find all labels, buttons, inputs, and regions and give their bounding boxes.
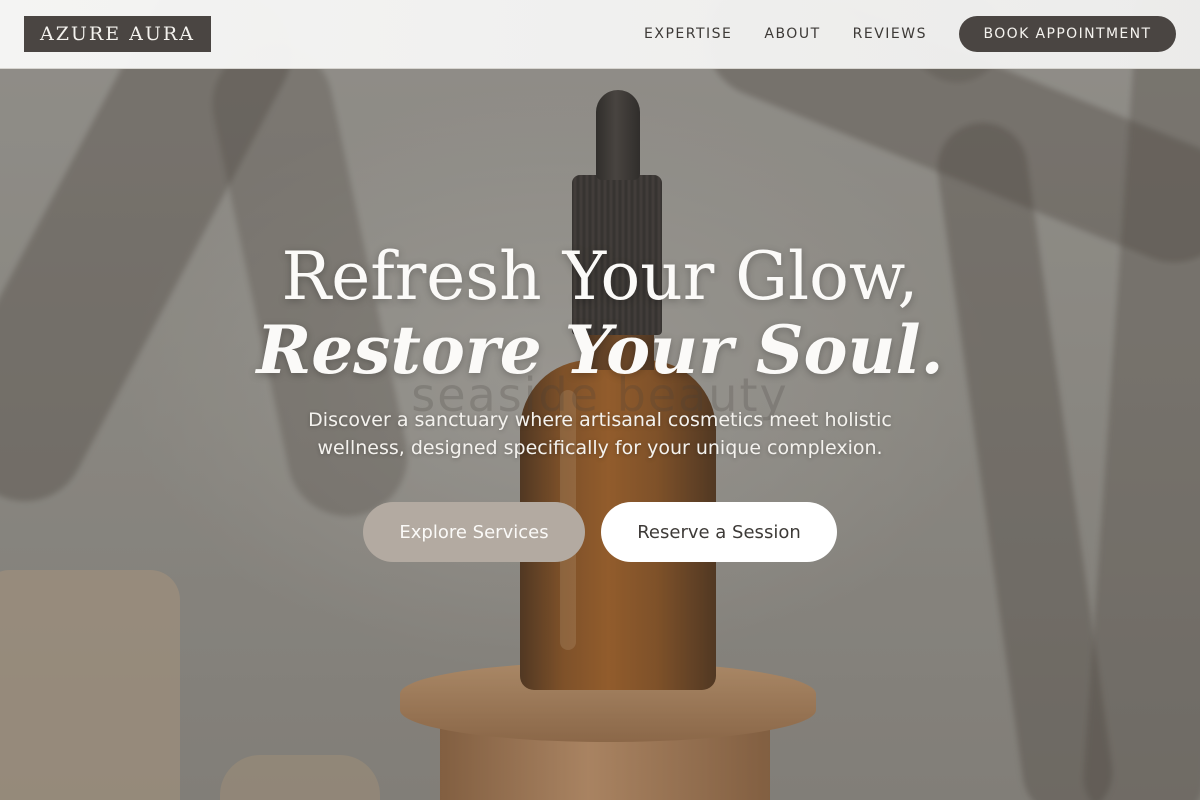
hero-subtitle: Discover a sanctuary where artisanal cos… [308, 409, 892, 459]
book-appointment-button[interactable]: BOOK APPOINTMENT [959, 16, 1176, 52]
hero-title-line1: Refresh Your Glow, [281, 238, 919, 315]
brand-logo[interactable]: AZURE AURA [24, 16, 211, 52]
hero-section: seaside beauty Refresh Your Glow, Restor… [0, 0, 1200, 800]
hero-title-line2: Restore Your Soul. [256, 311, 944, 389]
main-nav: EXPERTISE ABOUT REVIEWS BOOK APPOINTMENT [644, 16, 1176, 52]
nav-link-expertise[interactable]: EXPERTISE [644, 26, 732, 42]
nav-link-about[interactable]: ABOUT [764, 26, 820, 42]
nav-link-reviews[interactable]: REVIEWS [853, 26, 927, 42]
hero-cta-row: Explore Services Reserve a Session [0, 502, 1200, 562]
site-header: AZURE AURA EXPERTISE ABOUT REVIEWS BOOK … [0, 0, 1200, 69]
reserve-session-button[interactable]: Reserve a Session [601, 502, 837, 562]
explore-services-button[interactable]: Explore Services [363, 502, 585, 562]
hero-title: Refresh Your Glow, Restore Your Soul. [150, 238, 1050, 384]
